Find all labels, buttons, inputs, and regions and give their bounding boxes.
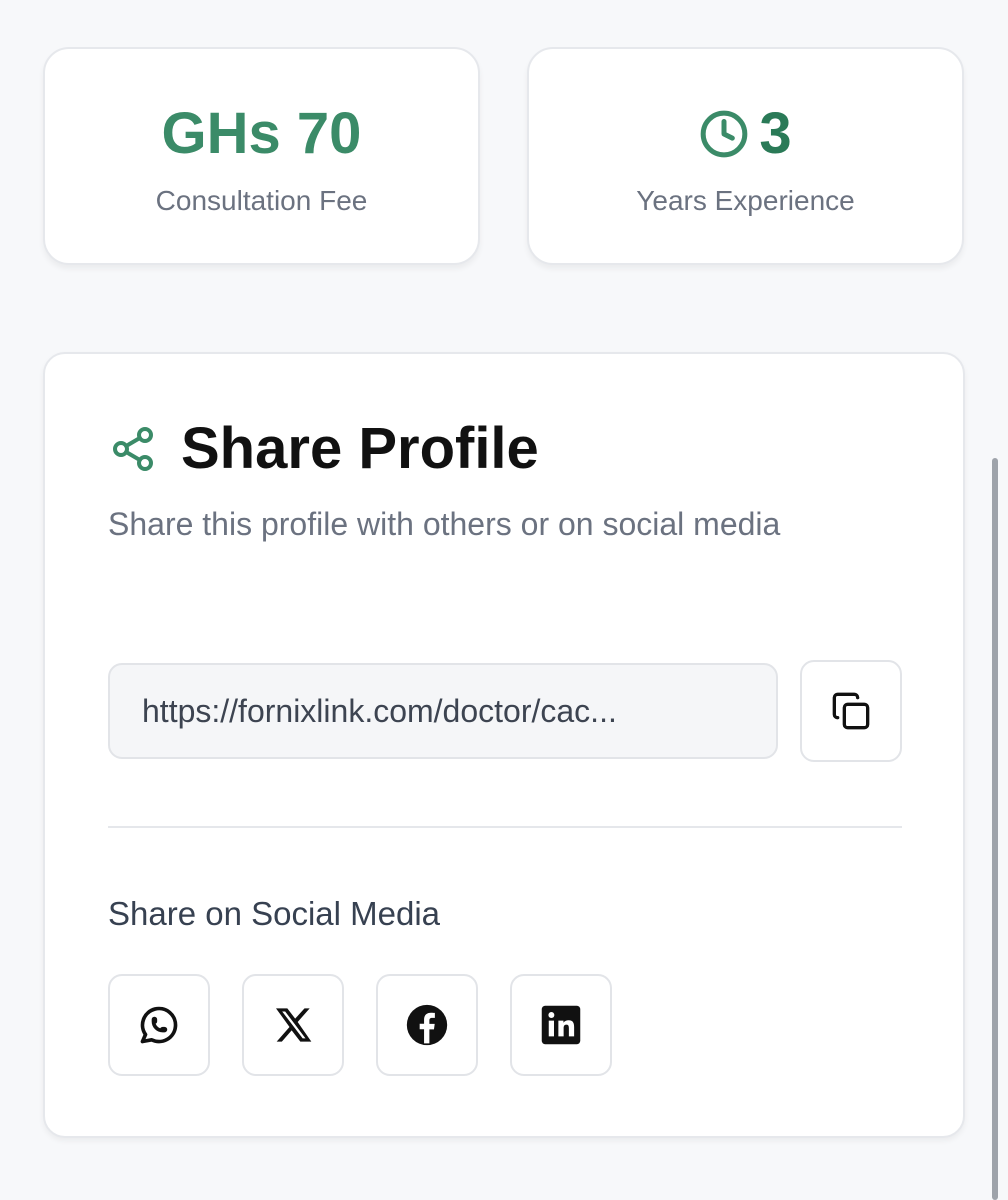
copy-link-button[interactable] xyxy=(800,660,902,762)
share-facebook-button[interactable] xyxy=(376,974,478,1076)
share-x-button[interactable] xyxy=(242,974,344,1076)
consultation-fee-value: GHs 70 xyxy=(161,101,362,166)
consultation-fee-card: GHs 70 Consultation Fee xyxy=(43,47,480,265)
experience-card: 3 Years Experience xyxy=(527,47,964,265)
page: GHs 70 Consultation Fee 3 Years Experien… xyxy=(0,0,1008,1200)
social-media-title: Share on Social Media xyxy=(108,895,441,932)
profile-url-text: https://fornixlink.com/doctor/cac... xyxy=(142,692,617,729)
facebook-icon xyxy=(405,1003,449,1047)
consultation-fee-label: Consultation Fee xyxy=(155,185,368,216)
share-icon xyxy=(109,423,157,475)
share-linkedin-button[interactable] xyxy=(510,974,612,1076)
share-whatsapp-button[interactable] xyxy=(108,974,210,1076)
share-description: Share this profile with others or on soc… xyxy=(108,506,781,542)
linkedin-icon xyxy=(540,1004,582,1046)
copy-icon xyxy=(831,691,871,731)
experience-label: Years Experience xyxy=(636,185,855,216)
scrollbar[interactable] xyxy=(992,458,998,1200)
divider xyxy=(108,826,902,828)
clock-icon xyxy=(699,109,749,159)
share-profile-card: Share Profile Share this profile with ot… xyxy=(43,352,965,1138)
profile-url-field[interactable]: https://fornixlink.com/doctor/cac... xyxy=(108,663,778,759)
share-title: Share Profile xyxy=(181,416,539,481)
social-share-buttons xyxy=(108,974,612,1076)
share-header: Share Profile xyxy=(109,416,539,482)
experience-value-row: 3 xyxy=(529,101,962,167)
x-icon xyxy=(273,1005,313,1045)
whatsapp-icon xyxy=(137,1003,181,1047)
experience-value: 3 xyxy=(759,101,792,166)
